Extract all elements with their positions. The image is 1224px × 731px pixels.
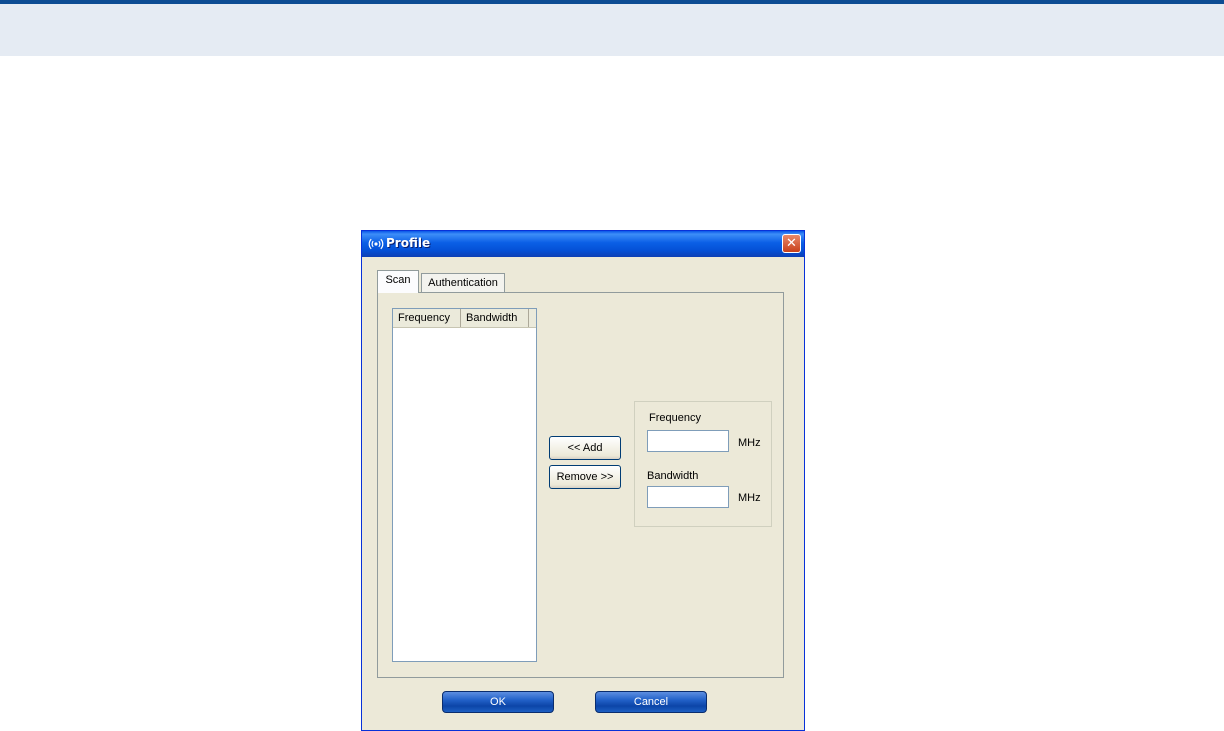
- add-button[interactable]: << Add: [549, 436, 621, 460]
- tab-scan-label: Scan: [385, 274, 411, 286]
- profile-dialog: Profile ✕ Scan Authentication Frequency …: [361, 230, 805, 731]
- tab-authentication[interactable]: Authentication: [421, 273, 505, 293]
- dialog-titlebar[interactable]: Profile ✕: [362, 231, 804, 257]
- wireless-signal-icon: [368, 236, 384, 252]
- close-icon: ✕: [786, 236, 797, 251]
- list-header: Frequency Bandwidth: [393, 309, 536, 328]
- frequency-input[interactable]: [647, 430, 729, 452]
- tab-authentication-label: Authentication: [428, 277, 498, 289]
- frequency-unit: MHz: [738, 437, 761, 449]
- remove-button[interactable]: Remove >>: [549, 465, 621, 489]
- tab-scan[interactable]: Scan: [377, 270, 419, 293]
- bandwidth-input[interactable]: [647, 486, 729, 508]
- close-button[interactable]: ✕: [782, 234, 801, 253]
- scan-tab-panel: Frequency Bandwidth << Add Remove >> Fre…: [377, 292, 784, 678]
- ok-button[interactable]: OK: [442, 691, 554, 713]
- bandwidth-label: Bandwidth: [647, 470, 699, 482]
- entry-group: Frequency MHz Bandwidth MHz: [634, 401, 772, 527]
- column-header-bandwidth[interactable]: Bandwidth: [461, 309, 529, 327]
- cancel-button[interactable]: Cancel: [595, 691, 707, 713]
- frequency-list[interactable]: Frequency Bandwidth: [392, 308, 537, 662]
- dialog-title: Profile: [386, 236, 431, 250]
- page-header-band: [0, 0, 1224, 56]
- bandwidth-unit: MHz: [738, 492, 761, 504]
- column-header-frequency[interactable]: Frequency: [393, 309, 461, 327]
- frequency-label: Frequency: [649, 412, 701, 424]
